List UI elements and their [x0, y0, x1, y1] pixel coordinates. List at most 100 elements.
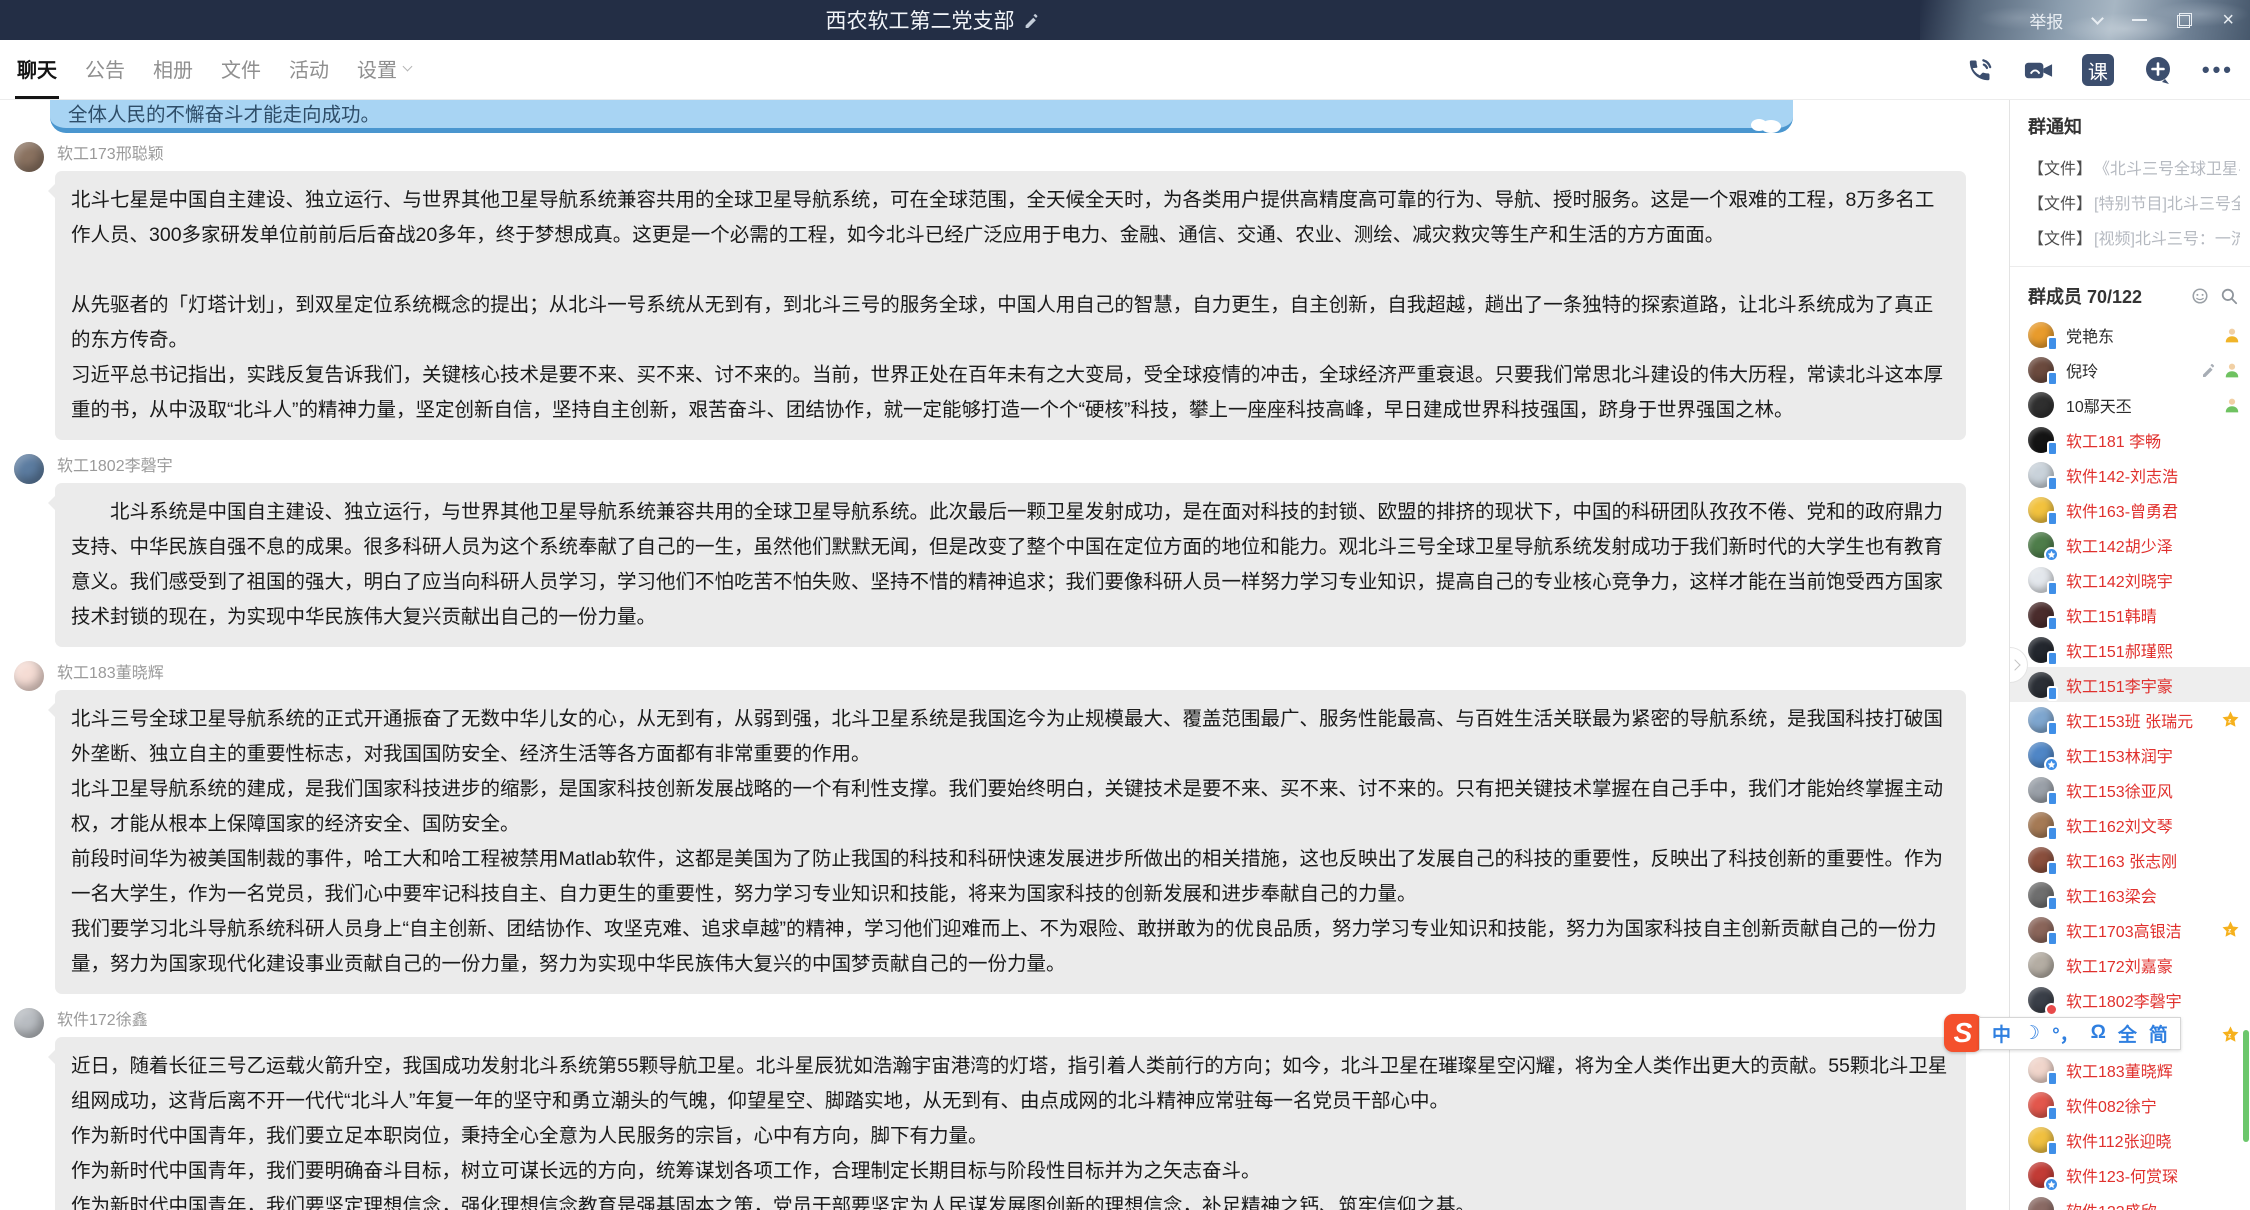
message-bubble: 北斗三号全球卫星导航系统的正式开通振奋了无数中华儿女的心，从无到有，从弱到强，北… — [55, 690, 1966, 994]
ime-mode-中[interactable]: 中 — [1992, 1020, 2011, 1047]
sender-avatar[interactable] — [14, 454, 44, 484]
member-row[interactable]: 软件112张迎晓 — [2010, 1122, 2250, 1157]
member-row[interactable]: 党艳东 — [2010, 317, 2250, 352]
highlighted-message[interactable]: 全体人民的不懈奋斗才能走向成功。 — [50, 100, 1793, 133]
notice-item[interactable]: 【文件】[特别节目]北斗三号全... — [2028, 184, 2240, 219]
member-row[interactable]: 软工151李宇豪 — [2010, 667, 2250, 702]
tab-label: 设置 — [357, 54, 397, 83]
member-row[interactable]: 10鄢天丕 — [2010, 387, 2250, 422]
titlebar-dropdown-icon[interactable] — [2091, 12, 2104, 25]
member-name: 软工142胡少泽 — [2066, 533, 2173, 557]
ime-mode-简[interactable]: 简 — [2149, 1020, 2168, 1047]
member-name: 党艳东 — [2066, 323, 2114, 347]
member-avatar — [2028, 672, 2054, 698]
sender-avatar[interactable] — [14, 661, 44, 691]
chat-message: 软工1802李磬宇 北斗系统是中国自主建设、独立运行，与世界其他卫星导航系统兼容… — [0, 452, 2009, 647]
notice-item[interactable]: 【文件】《北斗三号全球卫星导... — [2028, 149, 2240, 184]
member-avatar — [2028, 1197, 2054, 1210]
message-paragraph: 北斗三号全球卫星导航系统的正式开通振奋了无数中华儿女的心，从无到有，从弱到强，北… — [71, 702, 1950, 772]
tab-设置[interactable]: 设置 — [355, 40, 413, 99]
member-row[interactable]: 软件123盛欣 — [2010, 1192, 2250, 1210]
chat-message: 软工173邢聪颖北斗七星是中国自主建设、独立运行、与世界其他卫星导航系统兼容共用… — [0, 140, 2009, 440]
edit-card-icon[interactable] — [2201, 362, 2217, 378]
tab-活动[interactable]: 活动 — [287, 40, 331, 99]
mobile-online-badge — [2047, 336, 2058, 351]
anonymous-chat-icon[interactable] — [2191, 287, 2209, 305]
member-row-icons — [2201, 362, 2240, 378]
member-row[interactable]: 软件142-刘志浩 — [2010, 457, 2250, 492]
notice-item-label: 【文件】 — [2028, 155, 2092, 179]
member-row-icons: z — [2221, 920, 2240, 939]
member-row[interactable]: 软工153班 张瑞元z — [2010, 702, 2250, 737]
voice-call-icon[interactable] — [1964, 55, 1995, 86]
member-name: 软工1703高银洁 — [2066, 918, 2182, 942]
member-row-icons: z — [2221, 1025, 2240, 1044]
report-button[interactable]: 举报 — [2029, 8, 2063, 33]
mobile-online-badge — [2047, 1141, 2058, 1156]
member-avatar — [2028, 742, 2054, 768]
member-row[interactable]: 倪玲 — [2010, 352, 2250, 387]
restore-button[interactable] — [2177, 13, 2192, 28]
sender-avatar[interactable] — [14, 1008, 44, 1038]
mobile-online-badge — [2047, 616, 2058, 631]
ime-mode-°，[interactable]: °， — [2052, 1020, 2079, 1047]
more-icon[interactable]: ••• — [2202, 57, 2234, 83]
member-avatar — [2028, 357, 2054, 383]
member-row[interactable]: 软工183董晓辉 — [2010, 1052, 2250, 1087]
member-row[interactable]: 软工151郝瑾熙 — [2010, 632, 2250, 667]
member-row[interactable]: 软工181 李畅 — [2010, 422, 2250, 457]
ime-mode-☽[interactable]: ☽ — [2023, 1022, 2040, 1045]
member-row[interactable]: 软工1703高银洁 z — [2010, 912, 2250, 947]
sogou-logo-icon[interactable]: S — [1944, 1014, 1982, 1052]
member-row[interactable]: 软工163梁会 — [2010, 877, 2250, 912]
chat-panel: 全体人民的不懈奋斗才能走向成功。 软工173邢聪颖北斗七星是中国自主建设、独立运… — [0, 100, 2009, 1210]
member-name: 软工183董晓辉 — [2066, 1058, 2173, 1082]
message-list: 软工173邢聪颖北斗七星是中国自主建设、独立运行、与世界其他卫星导航系统兼容共用… — [0, 100, 2009, 1210]
search-icon[interactable] — [2220, 287, 2238, 305]
tab-文件[interactable]: 文件 — [219, 40, 263, 99]
tab-公告[interactable]: 公告 — [83, 40, 127, 99]
member-name: 软工153林润宇 — [2066, 743, 2173, 767]
notice-item-text: [特别节目]北斗三号全... — [2094, 190, 2240, 214]
member-row[interactable]: 软工153徐亚风 — [2010, 772, 2250, 807]
member-row[interactable]: 软工142胡少泽 — [2010, 527, 2250, 562]
member-name: 软件123-何赏琛 — [2066, 1163, 2178, 1187]
sender-avatar[interactable] — [14, 142, 44, 172]
member-row[interactable]: 软工153林润宇 — [2010, 737, 2250, 772]
member-row[interactable]: 软工142刘晓宇 — [2010, 562, 2250, 597]
member-avatar — [2028, 462, 2054, 488]
member-row[interactable]: 软工172刘嘉豪 — [2010, 947, 2250, 982]
member-row[interactable]: 软工1802李磬宇 — [2010, 982, 2250, 1017]
mobile-online-badge — [2047, 896, 2058, 911]
member-row[interactable]: 软件123-何赏琛 — [2010, 1157, 2250, 1192]
chat-message: 软件172徐鑫近日，随着长征三号乙运载火箭升空，我国成功发射北斗系统第55颗导航… — [0, 1006, 2009, 1210]
notice-item[interactable]: 【文件】[视频]北斗三号：一流... — [2028, 219, 2240, 254]
member-row[interactable]: 软工151韩晴 — [2010, 597, 2250, 632]
message-paragraph: 前段时间华为被美国制裁的事件，哈工大和哈工程被禁用Matlab软件，这都是美国为… — [71, 842, 1950, 912]
edit-title-icon[interactable] — [1024, 12, 1041, 29]
level-star-icon: z — [2221, 1025, 2240, 1044]
member-row[interactable]: 软工162刘文琴 — [2010, 807, 2250, 842]
tab-聊天[interactable]: 聊天 — [15, 40, 59, 99]
member-row[interactable]: 软件082徐宁 — [2010, 1087, 2250, 1122]
mobile-online-badge — [2047, 686, 2058, 701]
ime-mode-Ω[interactable]: Ω — [2091, 1022, 2106, 1044]
member-name: 软件142-刘志浩 — [2066, 463, 2178, 487]
minimize-button[interactable] — [2132, 19, 2147, 21]
mobile-online-badge — [2047, 1071, 2058, 1086]
class-icon[interactable]: 课 — [2082, 54, 2114, 86]
add-icon[interactable] — [2141, 53, 2175, 87]
chat-message: 软工183董晓辉北斗三号全球卫星导航系统的正式开通振奋了无数中华儿女的心，从无到… — [0, 659, 2009, 994]
member-row[interactable]: 软工163 张志刚 — [2010, 842, 2250, 877]
close-button[interactable]: × — [2222, 10, 2234, 30]
tab-相册[interactable]: 相册 — [151, 40, 195, 99]
collapse-top-icon[interactable]: ↖ — [2009, 103, 2011, 121]
member-row[interactable]: 软件163-曾勇君 — [2010, 492, 2250, 527]
video-call-icon[interactable] — [2022, 55, 2055, 86]
member-name: 软工153徐亚风 — [2066, 778, 2173, 802]
ime-mode-全[interactable]: 全 — [2118, 1020, 2137, 1047]
notice-list: 【文件】《北斗三号全球卫星导...【文件】[特别节目]北斗三号全...【文件】[… — [2028, 149, 2240, 254]
member-name: 软工153班 张瑞元 — [2066, 708, 2193, 732]
member-avatar — [2028, 1127, 2054, 1153]
scrollbar-thumb[interactable] — [2243, 1030, 2249, 1142]
